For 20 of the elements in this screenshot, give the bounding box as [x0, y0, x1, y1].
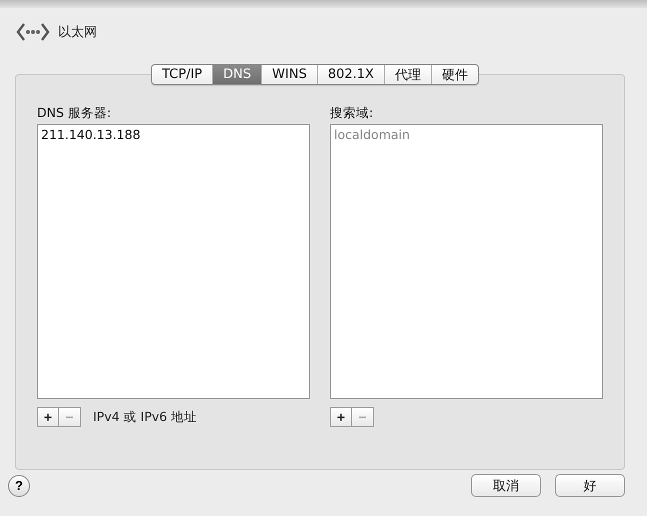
- tab[interactable]: DNS: [212, 65, 262, 84]
- list-box[interactable]: localdomain: [330, 124, 603, 399]
- tab[interactable]: 802.1X: [316, 65, 384, 84]
- list-label: DNS 服务器:: [37, 105, 112, 122]
- list-item[interactable]: 211.140.13.188: [41, 127, 306, 142]
- add-button[interactable]: +: [330, 407, 352, 427]
- add-button[interactable]: +: [37, 407, 59, 427]
- tab[interactable]: 硬件: [430, 65, 478, 84]
- list-item[interactable]: localdomain: [334, 127, 599, 142]
- tab[interactable]: WINS: [261, 65, 317, 84]
- help-button[interactable]: ?: [8, 474, 30, 496]
- list-box[interactable]: 211.140.13.188: [37, 124, 310, 399]
- list-label: 搜索域:: [330, 105, 374, 122]
- cancel-button[interactable]: 取消: [471, 474, 541, 497]
- ethernet-icon: [16, 21, 50, 43]
- window-title: 以太网: [58, 24, 97, 41]
- tab[interactable]: TCP/IP: [152, 65, 212, 84]
- ok-button[interactable]: 好: [555, 474, 625, 497]
- address-hint: IPv4 或 IPv6 地址: [93, 408, 198, 426]
- tab[interactable]: 代理: [384, 65, 431, 84]
